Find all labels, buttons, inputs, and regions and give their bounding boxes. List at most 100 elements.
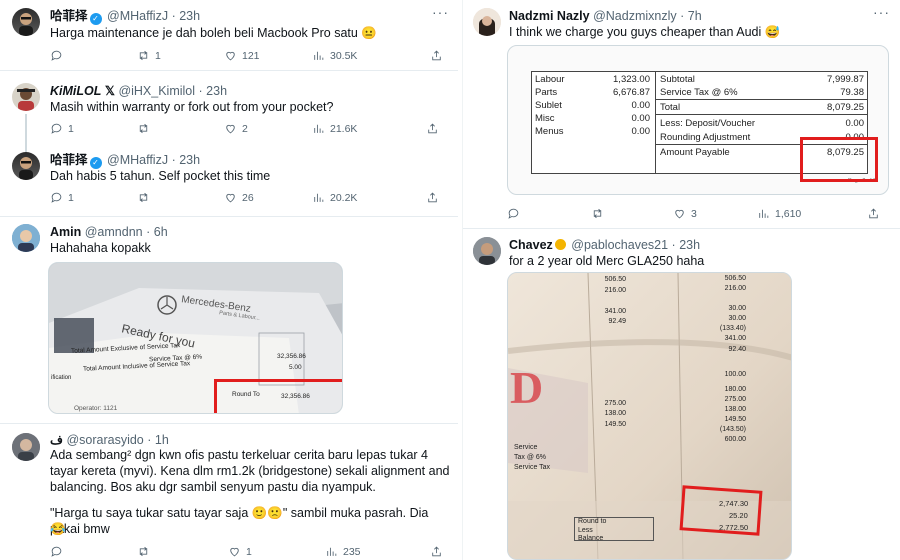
author-name[interactable]: KiMiLOL	[50, 84, 101, 98]
invoice-right-label: Subtotal	[660, 74, 695, 85]
view-count: 235	[343, 545, 361, 558]
views-button[interactable]: 1,610	[757, 207, 801, 220]
receipt-less: Less	[578, 527, 593, 534]
tweet-card[interactable]: Amin @amndnn · 6h Hahahaha kopakk Merced…	[0, 217, 458, 422]
like-button[interactable]: 26	[224, 191, 254, 204]
invoice-right-label: Service Tax @ 6%	[660, 87, 738, 98]
tweet-time[interactable]: 23h	[179, 153, 200, 167]
retweet-button[interactable]: 1	[137, 49, 161, 62]
receipt-col2-value: 341.00	[724, 335, 746, 342]
share-button[interactable]	[867, 207, 880, 220]
tweet-text: Dah habis 5 tahun. Self pocket this time	[50, 169, 271, 183]
invoice-left-label: Parts	[535, 87, 558, 98]
avatar[interactable]	[12, 152, 40, 180]
author-handle[interactable]: @amndnn	[85, 225, 143, 239]
receipt-photo[interactable]: D 506.50 216.00 341.00 92.49 275.00 138.00 149…	[507, 272, 792, 560]
receipt-col2-value: 149.50	[724, 416, 746, 423]
tweet-card[interactable]: 哈菲择 ✓ @MHaffizJ · 23h Dah habis 5 tahun. …	[0, 146, 458, 214]
author-handle[interactable]: @MHaffizJ	[107, 153, 168, 167]
tweet-text-quote: "Harga tu saya tukar satu tayar saja 🙂🙁"…	[50, 506, 429, 536]
reply-button[interactable]	[50, 545, 68, 558]
tweet-time[interactable]: 1h	[155, 433, 169, 447]
views-button[interactable]: 235	[325, 545, 361, 558]
avatar[interactable]	[12, 224, 40, 252]
author-name[interactable]: Nadzmi Nazly	[509, 9, 590, 23]
tweet-photo[interactable]: Mercedes-Benz Ready for you Total Amount…	[48, 262, 343, 414]
retweet-button[interactable]	[137, 122, 155, 135]
receipt-col1-value: 506.50	[604, 276, 626, 283]
reply-button[interactable]: 1	[50, 191, 74, 204]
bar-chart-icon	[314, 51, 324, 60]
heart-icon	[226, 193, 235, 203]
highlight-box	[214, 379, 342, 413]
bar-chart-icon	[759, 209, 769, 218]
receipt-col1-value: 216.00	[604, 286, 626, 294]
author-handle[interactable]: @pablochaves21	[571, 238, 668, 252]
invoice-left-label: Misc	[535, 113, 555, 124]
invoice-photo[interactable]: Labour 1,323.00 Parts 6,676.87 Sublet 0.00 Mis…	[507, 45, 889, 195]
tweet-time[interactable]: 6h	[154, 225, 168, 239]
reply-icon	[51, 123, 62, 134]
retweet-count: 1	[155, 49, 161, 62]
photo-value-2: 5.00	[289, 364, 302, 371]
avatar[interactable]	[12, 83, 40, 111]
author-name[interactable]: Chavez	[509, 238, 553, 252]
reply-button[interactable]: 1	[50, 122, 74, 135]
receipt-col2-value: 30.00	[728, 305, 746, 312]
tweet-text: Harga maintenance je dah boleh beli Macb…	[50, 26, 377, 40]
avatar[interactable]	[12, 433, 40, 461]
author-name[interactable]: ف	[50, 433, 63, 447]
retweet-button[interactable]	[137, 545, 155, 558]
views-button[interactable]: 30.5K	[312, 49, 357, 62]
tweet-time[interactable]: 23h	[179, 9, 200, 23]
tweet-time[interactable]: 23h	[206, 84, 227, 98]
share-button[interactable]	[430, 545, 443, 558]
author-name[interactable]: 哈菲择	[50, 9, 88, 23]
like-button[interactable]: 1	[228, 545, 252, 558]
like-button[interactable]: 3	[673, 207, 697, 220]
receipt-col2-value: 216.00	[724, 285, 746, 292]
like-count: 3	[691, 207, 697, 220]
tweet-text: Masih within warranty or fork out from y…	[50, 100, 334, 114]
tweet-card[interactable]: 哈菲择 ✓ @MHaffizJ · 23h ··· Harga maintenan…	[0, 0, 458, 70]
avatar[interactable]	[473, 8, 501, 36]
tweet-time[interactable]: 7h	[688, 9, 702, 23]
author-handle[interactable]: @Nadzmixnzly	[593, 9, 677, 23]
share-button[interactable]	[430, 49, 443, 62]
author-name[interactable]: 哈菲择	[50, 153, 88, 167]
author-handle[interactable]: @MHaffizJ	[107, 9, 168, 23]
tweet-card[interactable]: KiMiLOL 𝕏 @iHX_Kimilol · 23h Masih withi…	[0, 76, 458, 152]
right-feed-column: Nadzmi Nazly @Nadzmixnzly · 7h ··· I thi…	[462, 0, 900, 560]
receipt-col2-value: (143.50)	[719, 426, 746, 433]
views-button[interactable]: 21.6K	[312, 122, 357, 135]
tweet-card[interactable]: Nadzmi Nazly @Nadzmixnzly · 7h ··· I thi…	[463, 0, 900, 228]
share-button[interactable]	[426, 191, 439, 204]
avatar[interactable]	[12, 8, 40, 36]
views-button[interactable]: 20.2K	[312, 191, 357, 204]
tweet-time[interactable]: 23h	[679, 238, 700, 252]
photo-side-label: ification	[51, 375, 72, 381]
retweet-icon	[139, 546, 148, 557]
highlight-box	[800, 137, 878, 182]
author-handle[interactable]: @sorarasyido	[66, 433, 143, 447]
author-name[interactable]: Amin	[50, 225, 81, 239]
share-button[interactable]	[426, 122, 439, 135]
like-button[interactable]: 2	[224, 122, 248, 135]
receipt-round-to: Round to	[578, 518, 607, 525]
retweet-button[interactable]	[591, 207, 609, 220]
like-button[interactable]: 121	[224, 49, 260, 62]
tweet-text: Hahahaha kopakk	[50, 241, 151, 255]
avatar[interactable]	[473, 237, 501, 265]
share-icon	[428, 123, 437, 134]
like-count: 1	[246, 545, 252, 558]
more-options-icon[interactable]: ···	[432, 4, 449, 20]
receipt-col2-value: 92.40	[728, 346, 746, 353]
profile-emoji-icon	[554, 239, 566, 250]
more-options-icon[interactable]: ···	[873, 4, 890, 20]
tweet-card[interactable]: Chavez @pablochaves21 · 23h for a 2 year…	[463, 229, 900, 560]
tweet-card[interactable]: ف @sorarasyido · 1h Ada sembang² dgn kwn…	[0, 424, 458, 560]
retweet-button[interactable]	[137, 191, 155, 204]
reply-button[interactable]	[50, 49, 68, 62]
reply-button[interactable]	[507, 207, 525, 220]
author-handle[interactable]: @iHX_Kimilol	[118, 84, 195, 98]
